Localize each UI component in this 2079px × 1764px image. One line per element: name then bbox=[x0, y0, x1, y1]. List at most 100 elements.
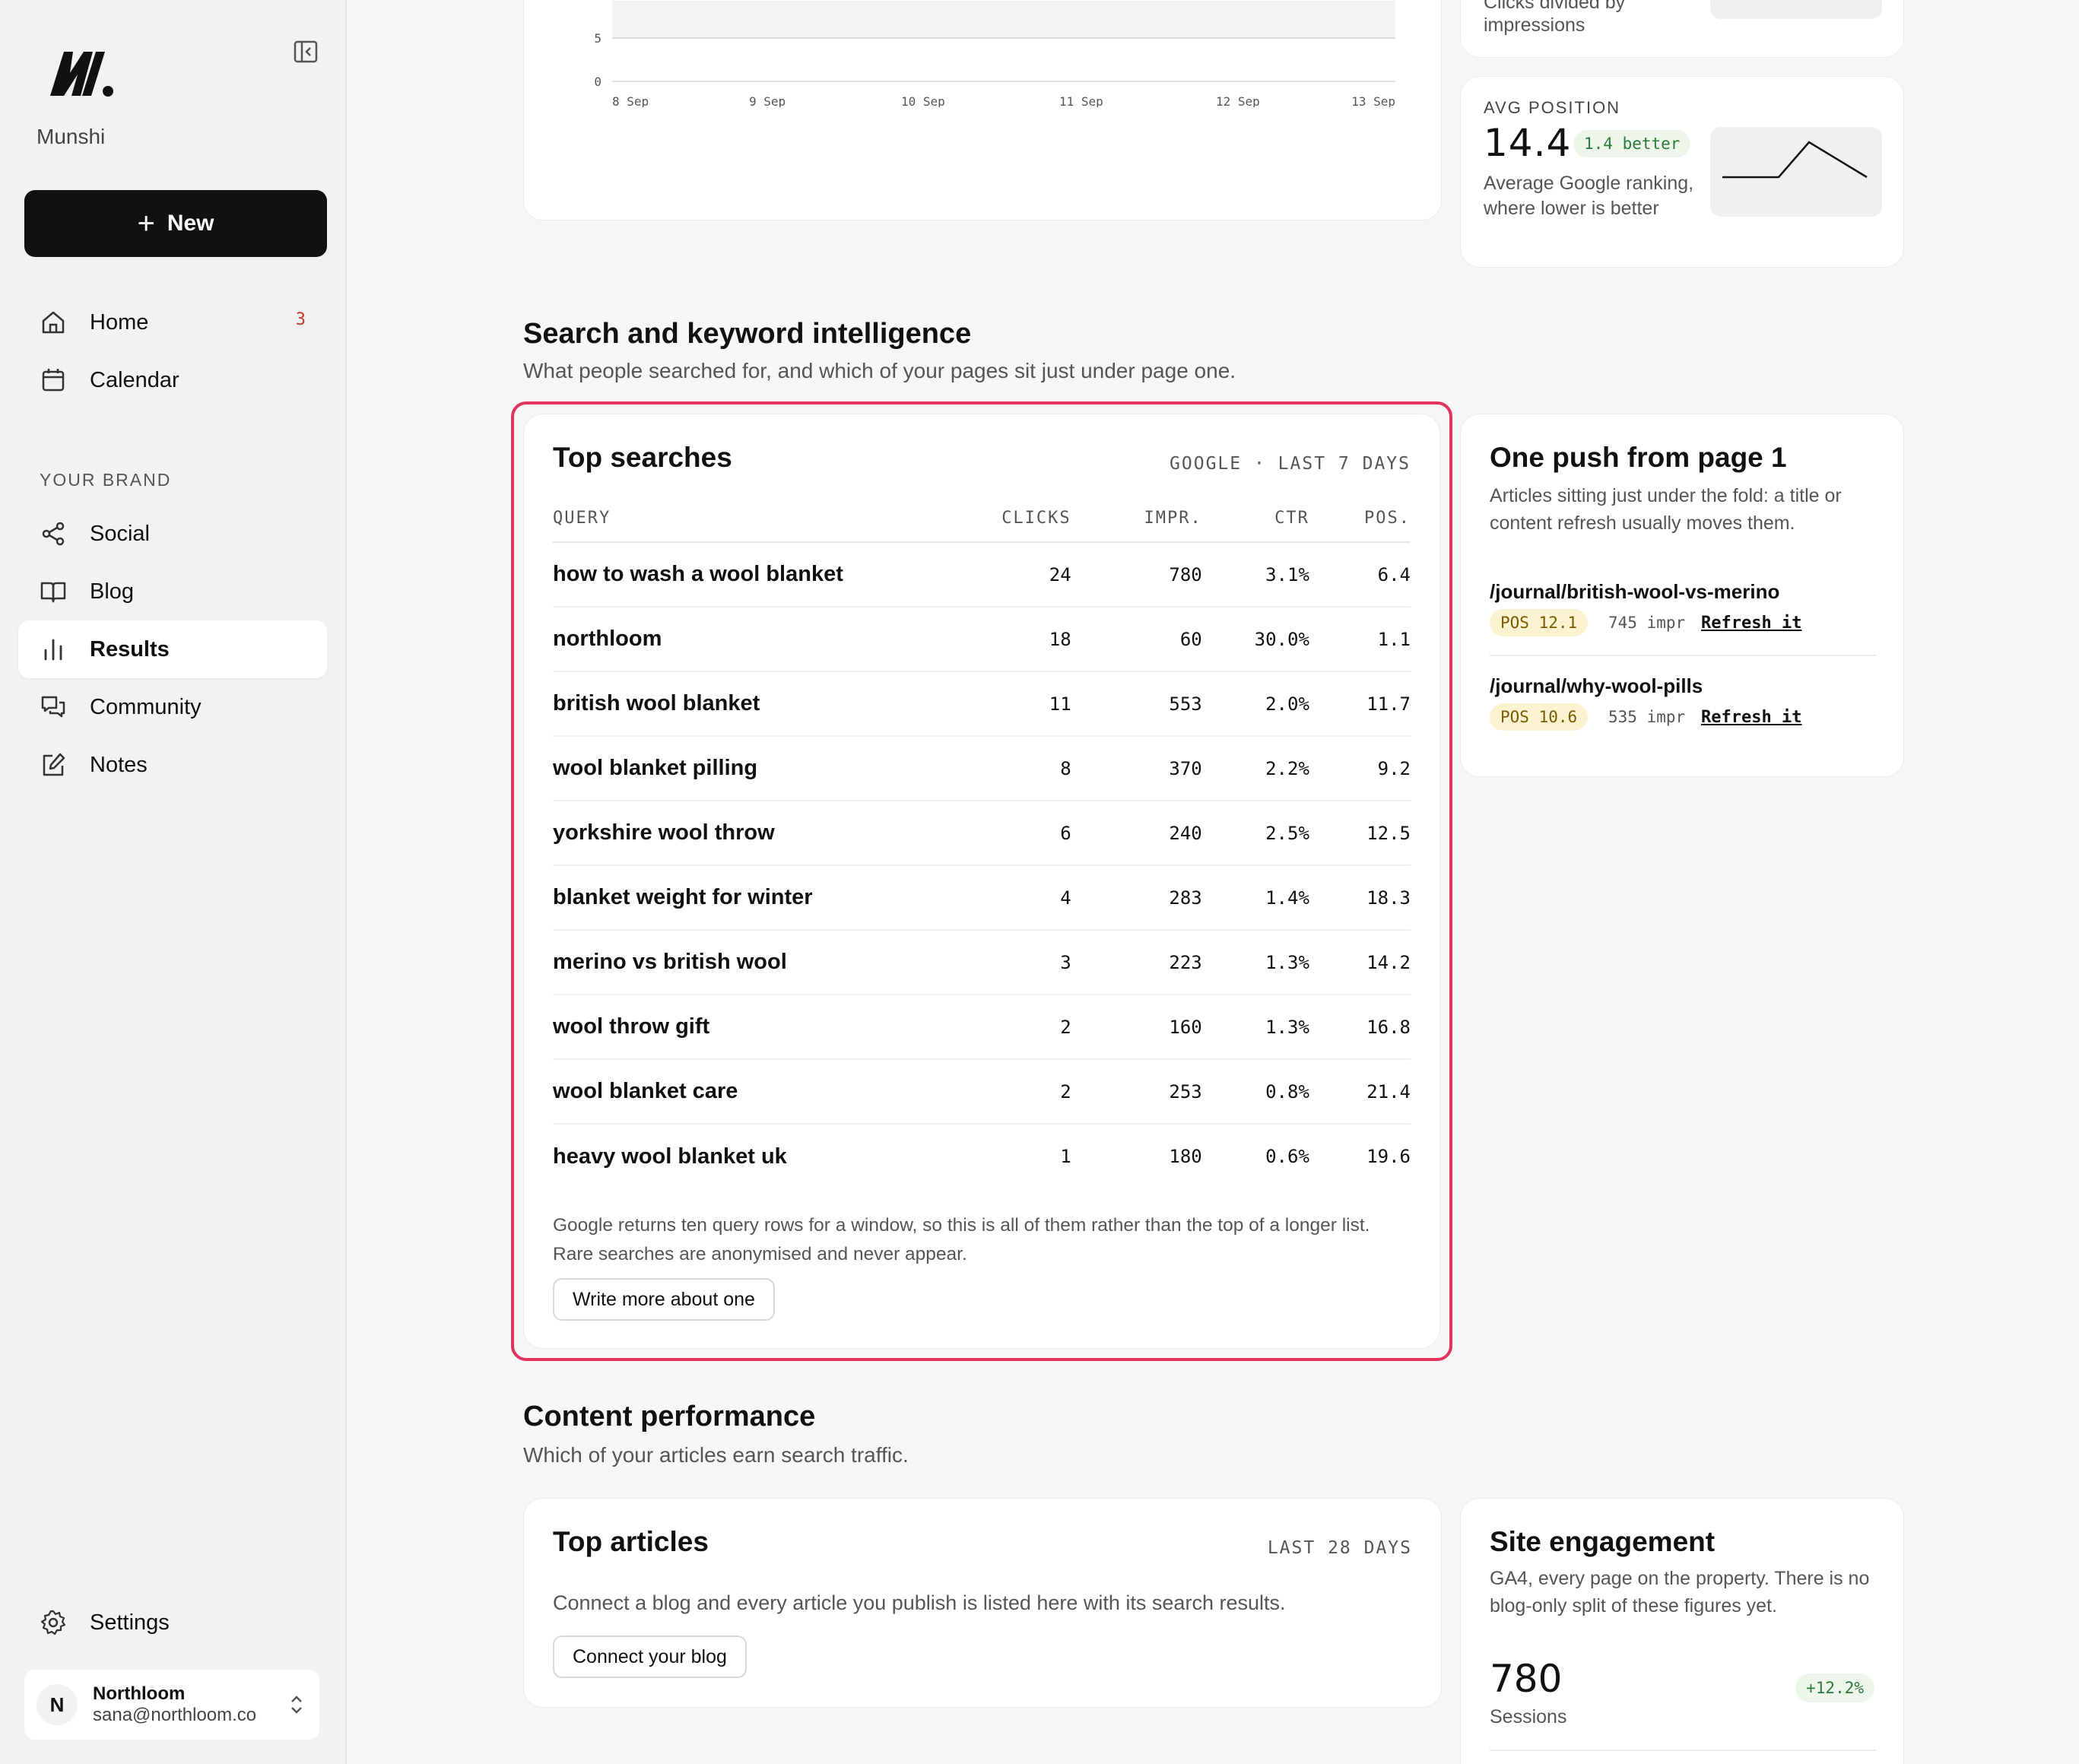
refresh-link[interactable]: Refresh it bbox=[1701, 614, 1801, 633]
position-badge: POS 12.1 bbox=[1490, 609, 1589, 636]
card-meta: LAST 28 DAYS bbox=[1267, 1538, 1412, 1558]
ctr-cell: 0.8% bbox=[1201, 1059, 1309, 1125]
card-title: Site engagement bbox=[1490, 1526, 1716, 1557]
account-name: Northloom bbox=[93, 1683, 186, 1705]
new-button[interactable]: + New bbox=[24, 190, 327, 257]
sidebar-item-settings[interactable]: Settings bbox=[18, 1594, 327, 1651]
refresh-link[interactable]: Refresh it bbox=[1701, 708, 1801, 727]
account-switcher[interactable]: N Northloom sana@northloom.co bbox=[24, 1670, 319, 1740]
sidebar-item-label: Results bbox=[90, 636, 170, 662]
column-header[interactable]: POS. bbox=[1309, 495, 1411, 543]
column-header[interactable]: IMPR. bbox=[1071, 495, 1202, 543]
connect-blog-button[interactable]: Connect your blog bbox=[553, 1636, 747, 1678]
edit-note-icon bbox=[43, 753, 65, 776]
table-row[interactable]: merino vs british wool 3 223 1.3% 14.2 bbox=[553, 930, 1411, 995]
clicks-chart: 5 0 8 Sep 9 Sep 10 Sep 11 Sep 12 Sep 13 … bbox=[594, 1, 1395, 107]
sidebar-item-calendar[interactable]: Calendar bbox=[18, 351, 327, 409]
plus-icon: + bbox=[137, 207, 155, 240]
calendar-icon bbox=[42, 369, 65, 392]
sidebar-item-home[interactable]: Home 3 bbox=[18, 293, 327, 351]
column-header[interactable]: CLICKS bbox=[966, 495, 1071, 543]
article-url[interactable]: /journal/british-wool-vs-merino bbox=[1490, 580, 1779, 604]
query-cell: wool blanket pilling bbox=[553, 736, 966, 801]
avatar: N bbox=[37, 1684, 78, 1725]
query-cell: heavy wool blanket uk bbox=[553, 1144, 787, 1169]
home-icon bbox=[42, 311, 65, 334]
card-desc: GA4, every page on the property. There i… bbox=[1490, 1568, 1870, 1616]
table-row[interactable]: wool throw gift 2 160 1.3% 16.8 bbox=[553, 995, 1411, 1060]
column-header[interactable]: CTR bbox=[1201, 495, 1309, 543]
table-row[interactable]: wool blanket care 2 253 0.8% 21.4 bbox=[553, 1059, 1411, 1125]
x-tick: 10 Sep bbox=[901, 94, 945, 107]
top-articles-card: Top articles LAST 28 DAYS Connect a blog… bbox=[523, 1498, 1442, 1708]
card-title: Top articles bbox=[553, 1526, 709, 1557]
munshi-logo[interactable] bbox=[47, 47, 116, 99]
table-row[interactable]: wool blanket pilling 8 370 2.2% 9.2 bbox=[553, 736, 1411, 801]
clicks-cell: 1 bbox=[1060, 1146, 1071, 1167]
sidebar-item-social[interactable]: Social bbox=[18, 505, 327, 563]
y-tick: 5 bbox=[594, 31, 601, 46]
query-cell: wool throw gift bbox=[553, 995, 966, 1060]
divider bbox=[1490, 655, 1876, 656]
impr-cell: 283 bbox=[1071, 865, 1202, 931]
sidebar: Munshi + New Home 3 Calendar YOUR BRAND … bbox=[0, 0, 347, 1764]
brand-name: Munshi bbox=[37, 125, 106, 148]
bar-chart-icon bbox=[44, 639, 62, 661]
sidebar-item-label: Calendar bbox=[90, 367, 179, 392]
account-email: sana@northloom.co bbox=[93, 1705, 257, 1725]
table-footnote: Google returns ten query rows for a wind… bbox=[553, 1215, 1370, 1264]
x-tick: 11 Sep bbox=[1059, 94, 1103, 107]
query-cell: northloom bbox=[553, 607, 966, 672]
table-row[interactable]: british wool blanket 11 553 2.0% 11.7 bbox=[553, 671, 1411, 737]
x-tick: 12 Sep bbox=[1216, 94, 1260, 107]
sessions-value: 780 bbox=[1490, 1657, 1563, 1701]
impr-cell: 160 bbox=[1071, 995, 1202, 1060]
impr-cell: 223 bbox=[1071, 930, 1202, 995]
pos-cell: 19.6 bbox=[1366, 1146, 1411, 1167]
ctr-cell: 1.3% bbox=[1201, 995, 1309, 1060]
section-subtitle: What people searched for, and which of y… bbox=[523, 359, 1236, 382]
sidebar-item-label: Blog bbox=[90, 579, 135, 604]
card-title: Top searches bbox=[553, 442, 732, 473]
card-meta: GOOGLE · LAST 7 DAYS bbox=[1170, 454, 1411, 474]
ctr-card: Clicks divided by impressions bbox=[1460, 0, 1904, 58]
pos-cell: 1.1 bbox=[1309, 607, 1411, 672]
card-desc: Articles sitting just under the fold: a … bbox=[1490, 485, 1842, 534]
sidebar-item-results[interactable]: Results bbox=[18, 620, 327, 678]
table-row[interactable]: yorkshire wool throw 6 240 2.5% 12.5 bbox=[553, 801, 1411, 866]
ctr-cell: 3.1% bbox=[1201, 542, 1309, 608]
write-more-button[interactable]: Write more about one bbox=[553, 1278, 775, 1321]
x-tick: 8 Sep bbox=[612, 94, 649, 107]
pos-cell: 12.5 bbox=[1309, 801, 1411, 866]
position-sparkline bbox=[1710, 127, 1882, 217]
clicks-cell: 3 bbox=[966, 930, 1071, 995]
table-row[interactable]: how to wash a wool blanket 24 780 3.1% 6.4 bbox=[553, 542, 1411, 608]
sidebar-item-community[interactable]: Community bbox=[18, 678, 327, 736]
article-url[interactable]: /journal/why-wool-pills bbox=[1490, 674, 1703, 698]
table-header: QUERY CLICKS IMPR. CTR POS. bbox=[553, 495, 1411, 543]
table-row[interactable]: northloom 18 60 30.0% 1.1 bbox=[553, 607, 1411, 672]
searches-table: QUERY CLICKS IMPR. CTR POS. how to wash … bbox=[553, 495, 1411, 1188]
pos-cell: 18.3 bbox=[1309, 865, 1411, 931]
metric-value: 14.4 bbox=[1484, 121, 1572, 165]
pos-cell: 21.4 bbox=[1309, 1059, 1411, 1125]
notification-badge: 3 bbox=[295, 310, 306, 329]
ctr-cell: 0.6% bbox=[1265, 1146, 1309, 1167]
sidebar-item-notes[interactable]: Notes bbox=[18, 736, 327, 794]
column-header[interactable]: QUERY bbox=[553, 495, 966, 543]
clicks-cell: 11 bbox=[966, 671, 1071, 737]
impr-cell: 240 bbox=[1071, 801, 1202, 866]
collapse-sidebar-icon[interactable] bbox=[292, 40, 319, 64]
table-row[interactable]: blanket weight for winter 4 283 1.4% 18.3 bbox=[553, 865, 1411, 931]
clicks-cell: 6 bbox=[966, 801, 1071, 866]
impr-cell: 180 bbox=[1169, 1146, 1202, 1167]
table-row[interactable]: heavy wool blanket uk 1 180 0.6% 19.6 bbox=[553, 1124, 1411, 1188]
section-title: Search and keyword intelligence bbox=[523, 318, 972, 350]
query-cell: yorkshire wool throw bbox=[553, 801, 966, 866]
divider bbox=[1490, 1750, 1876, 1751]
clicks-cell: 24 bbox=[966, 542, 1071, 608]
query-cell: merino vs british wool bbox=[553, 930, 966, 995]
sidebar-item-blog[interactable]: Blog bbox=[18, 563, 327, 620]
ctr-cell: 1.4% bbox=[1201, 865, 1309, 931]
metric-desc: Average Google ranking, where lower is b… bbox=[1484, 173, 1694, 220]
